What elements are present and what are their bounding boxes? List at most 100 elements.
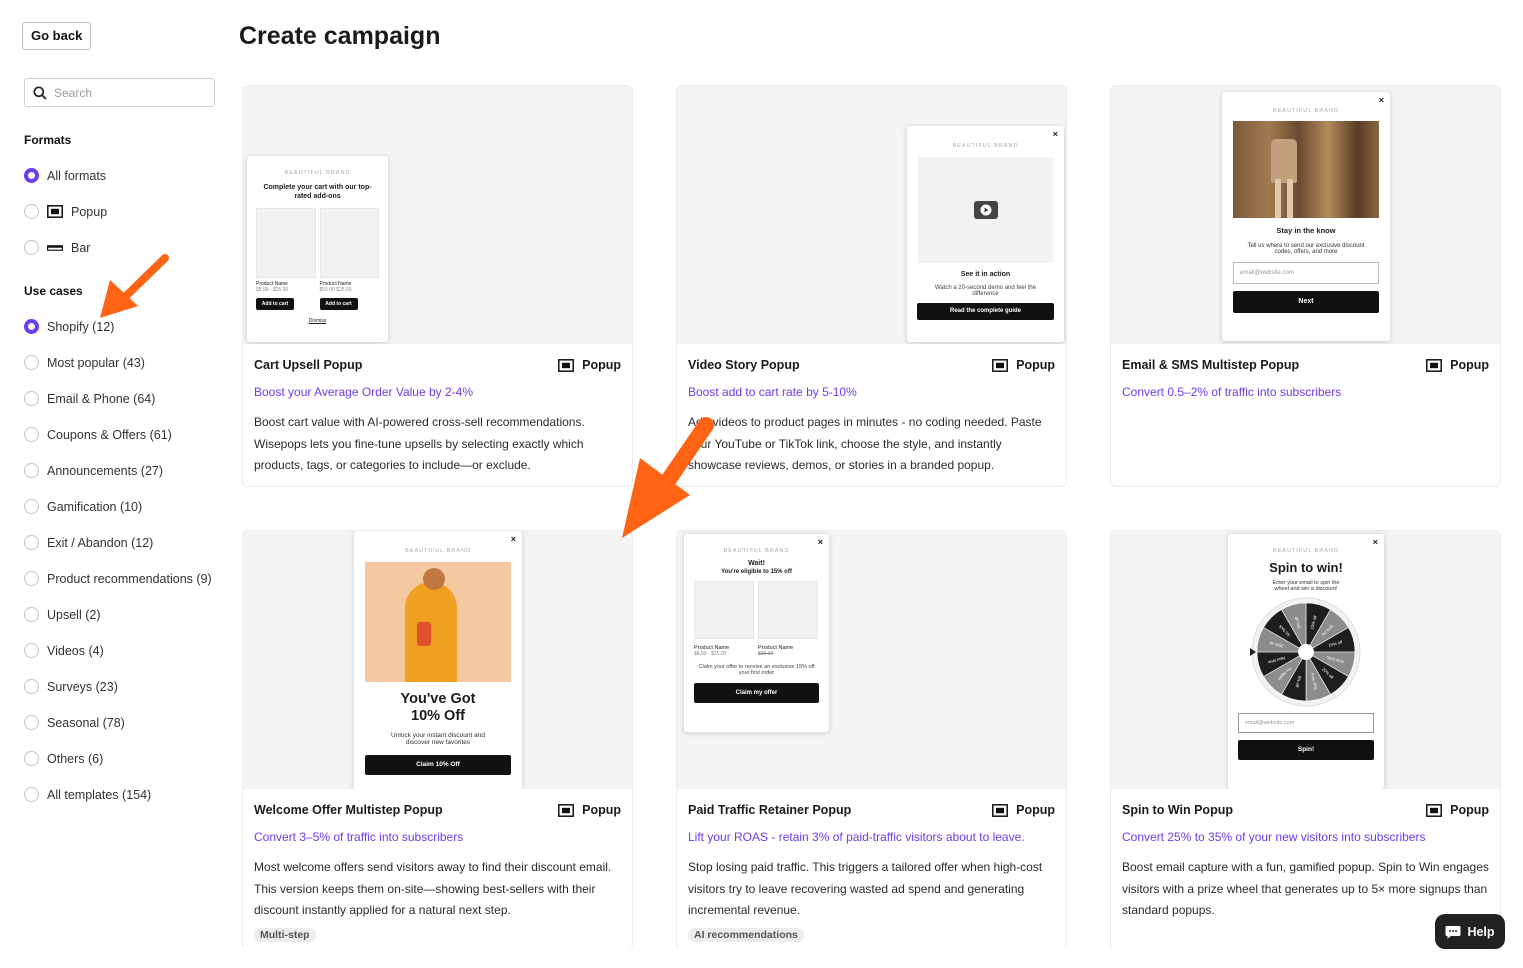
template-card-cart-upsell[interactable]: BEAUTIFUL BRAND Complete your cart with … <box>242 85 633 487</box>
radio[interactable] <box>24 427 39 442</box>
radio[interactable] <box>24 715 39 730</box>
radio[interactable] <box>24 535 39 550</box>
arrow-icon <box>100 254 169 318</box>
preview-sub: Tell us where to send our exclusive disc… <box>1247 243 1365 255</box>
preview-sub: Claim your offer to receive an exclusive… <box>698 664 815 676</box>
usecase-item[interactable]: Seasonal (78) <box>24 715 125 730</box>
usecase-label: Shopify (12) <box>47 319 115 334</box>
next-button: Next <box>1233 291 1379 313</box>
usecase-item[interactable]: Gamification (10) <box>24 499 142 514</box>
usecase-item[interactable]: Email & Phone (64) <box>24 391 155 406</box>
usecase-label: Others (6) <box>47 751 104 766</box>
card-format: Popup <box>1450 803 1489 817</box>
usecase-label: Exit / Abandon (12) <box>47 535 154 550</box>
template-card-email-sms[interactable]: × BEAUTIFUL BRAND Stay in the know Tell … <box>1110 85 1501 487</box>
card-tag: AI recommendations <box>688 927 804 942</box>
radio[interactable] <box>24 240 39 255</box>
chat-icon <box>1445 925 1461 939</box>
radio[interactable] <box>24 787 39 802</box>
card-benefit-link: Boost add to cart rate by 5-10% <box>688 385 857 399</box>
radio[interactable] <box>24 463 39 478</box>
email-input: email@website.com <box>1238 713 1374 733</box>
product-photo <box>1233 121 1379 218</box>
preview-heading: You've Got 10% Off <box>400 691 476 724</box>
radio[interactable] <box>24 643 39 658</box>
usecase-item[interactable]: Coupons & Offers (61) <box>24 427 172 442</box>
card-benefit-link: Boost your Average Order Value by 2-4% <box>254 385 474 399</box>
format-label: Popup <box>71 204 108 219</box>
usecase-label: Seasonal (78) <box>47 715 125 730</box>
go-back-button[interactable]: Go back <box>22 22 92 50</box>
usecase-label: All templates (154) <box>47 787 152 802</box>
usecase-item[interactable]: Shopify (12) <box>24 319 114 334</box>
usecase-label: Product recommendations (9) <box>47 571 212 586</box>
product-image <box>319 208 379 278</box>
video-placeholder <box>918 157 1053 263</box>
card-format: Popup <box>582 803 621 817</box>
template-preview: × BEAUTIFUL BRAND Wait! You're eligible … <box>677 531 1066 789</box>
preview-sub: Enter your email to spin the wheel and w… <box>1272 580 1340 592</box>
radio[interactable] <box>24 679 39 694</box>
usecase-item[interactable]: Exit / Abandon (12) <box>24 535 153 550</box>
email-input: email@website.com <box>1233 262 1379 284</box>
usecase-item[interactable]: Videos (4) <box>24 643 104 658</box>
claim-button: Claim 10% Off <box>365 755 511 775</box>
search-input[interactable] <box>54 85 194 100</box>
radio[interactable] <box>24 751 39 766</box>
usecase-label: Announcements (27) <box>47 463 164 478</box>
bar-format-icon <box>47 244 63 252</box>
radio[interactable] <box>24 391 39 406</box>
preview-brand: BEAUTIFUL BRAND <box>1273 548 1339 554</box>
usecase-item[interactable]: Announcements (27) <box>24 463 163 478</box>
radio-selected[interactable] <box>24 319 39 334</box>
card-title: Welcome Offer Multistep Popup <box>254 803 443 817</box>
page-title: Create campaign <box>239 22 441 50</box>
preview-brand: BEAUTIFUL BRAND <box>284 170 351 176</box>
card-description: Stop losing paid traffic. This triggers … <box>688 860 1043 917</box>
template-card-welcome-offer[interactable]: × BEAUTIFUL BRAND You've Got 10% Off Unl… <box>242 530 633 950</box>
usecase-label: Coupons & Offers (61) <box>47 427 172 442</box>
radio[interactable] <box>24 571 39 586</box>
add-to-cart-button: Add to cart <box>319 298 358 310</box>
usecase-item[interactable]: Product recommendations (9) <box>24 571 212 586</box>
radio[interactable] <box>24 355 39 370</box>
usecase-item[interactable]: Surveys (23) <box>24 679 118 694</box>
usecase-label: Most popular (43) <box>47 355 145 370</box>
preview-heading: Spin to win! <box>1269 560 1343 575</box>
radio[interactable] <box>24 499 39 514</box>
usecase-label: Upsell (2) <box>47 607 101 622</box>
radio-selected[interactable] <box>24 168 39 183</box>
usecase-label: Gamification (10) <box>47 499 143 514</box>
card-benefit-link: Lift your ROAS - retain 3% of paid-traff… <box>688 830 1025 844</box>
help-label: Help <box>1467 924 1495 939</box>
format-popup[interactable]: Popup <box>24 204 107 219</box>
template-card-spin-to-win[interactable]: × BEAUTIFUL BRAND Spin to win! Enter you… <box>1110 530 1501 950</box>
preview-brand: BEAUTIFUL BRAND <box>723 548 790 554</box>
card-title: Email & SMS Multistep Popup <box>1122 358 1300 372</box>
prize-wheel: 10% off No luck 15% off Next time 20% off Fre… <box>1228 596 1384 708</box>
preview-sub: Watch a 20-second demo and feel the diff… <box>934 285 1037 297</box>
prize-wheel-svg: 10% offNo luck15% offNext time20% offFre… <box>1250 597 1361 707</box>
template-card-video-story[interactable]: × BEAUTIFUL BRAND See it in action Watch… <box>676 85 1067 487</box>
template-card-paid-traffic[interactable]: × BEAUTIFUL BRAND Wait! You're eligible … <box>676 530 1067 950</box>
radio[interactable] <box>24 607 39 622</box>
format-all[interactable]: All formats <box>24 168 106 183</box>
help-button[interactable]: Help <box>1435 914 1505 949</box>
product-price: $50.00 $25.00 <box>319 287 352 293</box>
preview-heading: Stay in the know <box>1276 226 1336 235</box>
template-preview: × BEAUTIFUL BRAND You've Got 10% Off Unl… <box>243 531 632 789</box>
product-image <box>694 581 754 639</box>
usecase-item[interactable]: All templates (154) <box>24 787 151 802</box>
dismiss-link: Dismiss <box>308 318 327 324</box>
popup-format-icon <box>47 205 63 218</box>
usecase-item[interactable]: Most popular (43) <box>24 355 145 370</box>
popup-format-icon <box>992 358 1009 372</box>
card-description: Most welcome offers send visitors away t… <box>254 860 612 917</box>
format-bar[interactable]: Bar <box>24 240 90 255</box>
radio[interactable] <box>24 204 39 219</box>
usecase-item[interactable]: Upsell (2) <box>24 607 101 622</box>
usecase-item[interactable]: Others (6) <box>24 751 103 766</box>
search-box[interactable] <box>24 78 215 107</box>
usecase-label: Surveys (23) <box>47 679 118 694</box>
model-photo <box>365 562 511 682</box>
